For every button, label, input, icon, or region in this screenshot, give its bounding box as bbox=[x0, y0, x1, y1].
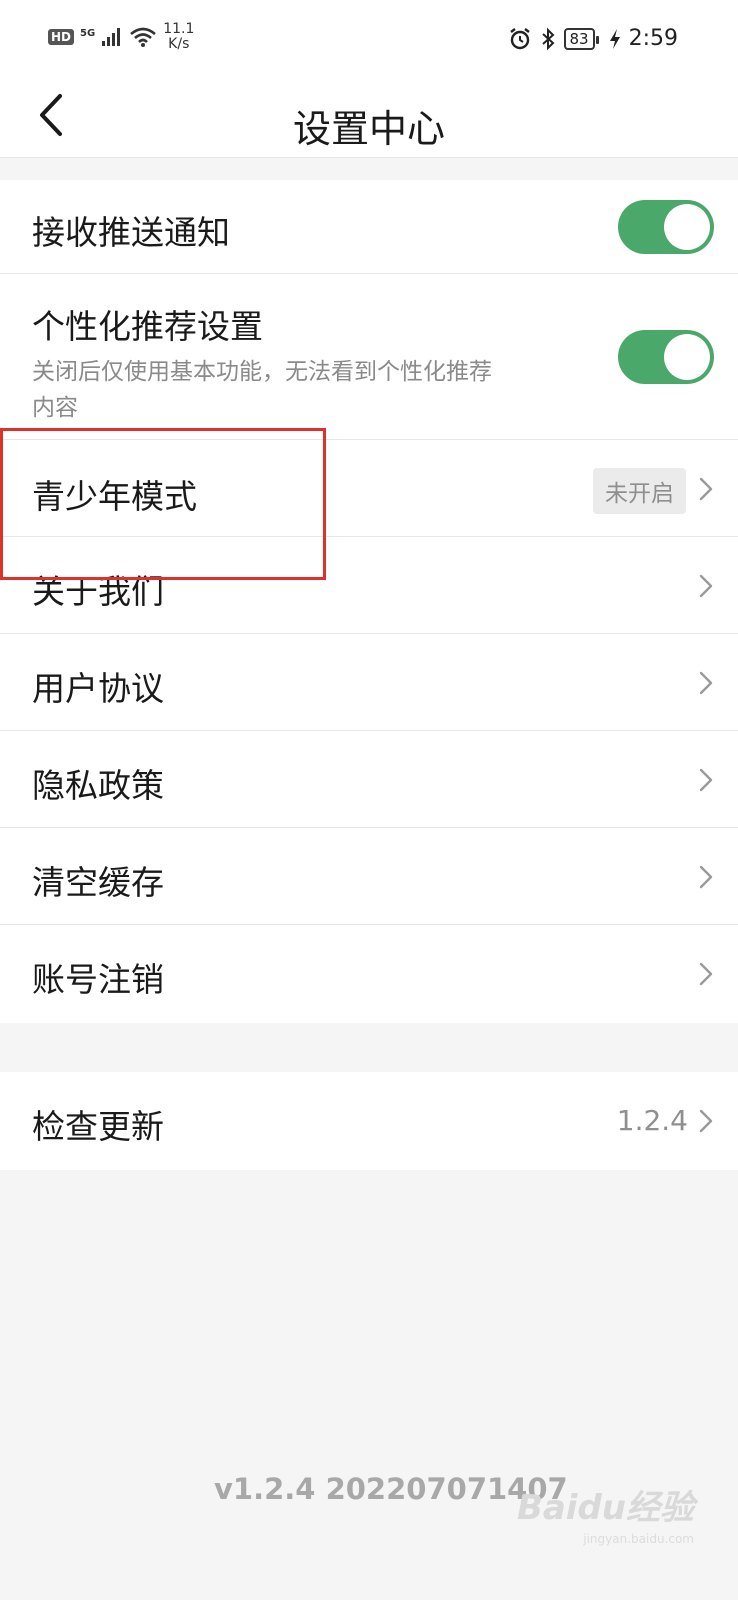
clear-cache-label: 清空缓存 bbox=[32, 863, 164, 902]
clear-cache-row[interactable]: 清空缓存 bbox=[0, 828, 738, 925]
personalized-recommendation-description: 关闭后仅使用基本功能，无法看到个性化推荐内容 bbox=[32, 359, 492, 421]
privacy-policy-row[interactable]: 隐私政策 bbox=[0, 731, 738, 828]
youth-mode-label: 青少年模式 bbox=[32, 477, 197, 516]
speed-unit: K/s bbox=[168, 36, 190, 52]
status-right: 83 2:59 bbox=[508, 26, 678, 51]
network-speed: 11.1 K/s bbox=[163, 22, 194, 52]
chevron-right-icon bbox=[699, 671, 713, 695]
push-notification-row: 接收推送通知 bbox=[0, 180, 738, 274]
bluetooth-icon bbox=[541, 27, 554, 50]
push-notification-toggle[interactable] bbox=[618, 200, 714, 254]
battery-icon: 83 bbox=[563, 27, 599, 50]
status-bar: HD 5G 11.1 K/s 83 2:59 bbox=[0, 0, 738, 80]
watermark-url: jingyan.baidu.com bbox=[583, 1532, 694, 1546]
chevron-right-icon bbox=[699, 1109, 713, 1133]
signal-icon bbox=[102, 28, 121, 46]
chevron-right-icon bbox=[699, 477, 713, 501]
current-version-value: 1.2.4 bbox=[616, 1104, 688, 1137]
chevron-right-icon bbox=[699, 574, 713, 598]
hd-icon: HD bbox=[48, 29, 75, 45]
toggle-knob bbox=[664, 334, 710, 380]
settings-list: 接收推送通知 个性化推荐设置 关闭后仅使用基本功能，无法看到个性化推荐内容 青少… bbox=[0, 180, 738, 1023]
watermark: Baidu经验 bbox=[516, 1488, 694, 1528]
chevron-right-icon bbox=[699, 865, 713, 889]
personalized-recommendation-label: 个性化推荐设置 bbox=[32, 307, 263, 346]
speed-value: 11.1 bbox=[163, 21, 195, 37]
toggle-knob bbox=[664, 204, 710, 250]
update-group: 检查更新 1.2.4 bbox=[0, 1072, 738, 1170]
wifi-icon bbox=[130, 27, 157, 47]
account-cancellation-label: 账号注销 bbox=[32, 960, 164, 999]
chevron-right-icon bbox=[699, 768, 713, 792]
page-header: 设置中心 bbox=[0, 80, 738, 158]
user-agreement-label: 用户协议 bbox=[32, 669, 164, 708]
charging-icon bbox=[609, 28, 620, 49]
privacy-policy-label: 隐私政策 bbox=[32, 766, 164, 805]
account-cancellation-row[interactable]: 账号注销 bbox=[0, 925, 738, 1023]
page-title: 设置中心 bbox=[292, 107, 445, 151]
status-left: HD 5G 11.1 K/s bbox=[48, 22, 194, 52]
settings-screen: HD 5G 11.1 K/s 83 2:59 设置中心 接收推送通知 个性化推荐… bbox=[0, 0, 738, 1600]
check-update-row[interactable]: 检查更新 1.2.4 bbox=[0, 1072, 738, 1170]
app-version-footer: v1.2.4 202207071407 bbox=[214, 1472, 568, 1506]
youth-mode-row[interactable]: 青少年模式 未开启 bbox=[0, 440, 738, 537]
clock-time: 2:59 bbox=[628, 26, 678, 51]
about-us-label: 关于我们 bbox=[32, 572, 164, 611]
chevron-right-icon bbox=[699, 962, 713, 986]
youth-mode-status-badge: 未开启 bbox=[593, 468, 686, 514]
about-us-row[interactable]: 关于我们 bbox=[0, 537, 738, 634]
check-update-label: 检查更新 bbox=[32, 1107, 164, 1146]
user-agreement-row[interactable]: 用户协议 bbox=[0, 634, 738, 731]
alarm-icon bbox=[509, 27, 530, 49]
personalized-recommendation-toggle[interactable] bbox=[618, 330, 714, 384]
push-notification-label: 接收推送通知 bbox=[32, 213, 230, 252]
personalized-recommendation-row: 个性化推荐设置 关闭后仅使用基本功能，无法看到个性化推荐内容 bbox=[0, 274, 738, 440]
network-type: 5G bbox=[80, 27, 96, 39]
